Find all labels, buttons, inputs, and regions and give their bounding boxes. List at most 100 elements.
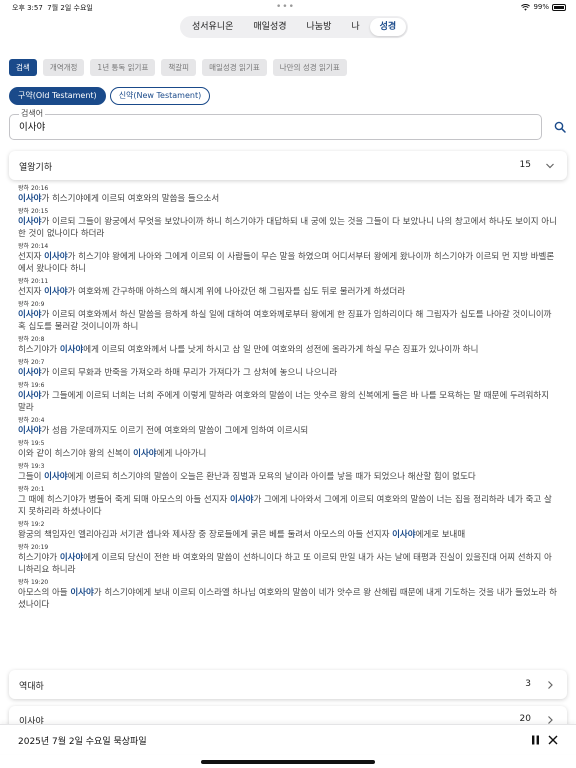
verse-text: 이사야가 이르되 무화과 반죽을 가져오라 하매 무리가 가져다가 그 상처에 … xyxy=(18,367,558,379)
search-highlight: 이사야 xyxy=(230,495,254,505)
search-highlight: 이사야 xyxy=(18,368,42,378)
verse-text-after: 가 성읍 가운데까지도 이르기 전에 여호와의 말씀이 그에게 임하여 이르시되 xyxy=(41,426,309,436)
verse-reference: 왕하 20:14 xyxy=(18,243,49,250)
book-name: 열왕기하 xyxy=(19,163,53,173)
result-item[interactable]: 왕하 19:6 이사야가 그들에게 이르되 너희는 너희 주에게 이렇게 말하라 … xyxy=(18,381,558,414)
result-item[interactable]: 왕하 19:3 그들이 이사야에게 이르되 히스기야의 말씀이 오늘은 환난과 징… xyxy=(18,462,558,483)
search-highlight: 이사야 xyxy=(18,194,42,204)
verse-text-before: 선지자 xyxy=(18,252,45,262)
verse-text: 이사야가 그들에게 이르되 너희는 너희 주에게 이렇게 말하라 여호와의 말씀… xyxy=(18,390,558,414)
verse-reference: 왕하 19:3 xyxy=(18,463,45,470)
search-field[interactable] xyxy=(9,114,542,140)
verse-reference: 왕하 20:9 xyxy=(18,301,45,308)
verse-reference: 왕하 20:1 xyxy=(18,486,45,493)
home-indicator[interactable] xyxy=(201,760,375,764)
verse-text-after: 에게로 보내매 xyxy=(415,530,466,540)
verse-text: 히스기야가 이사야에게 이르되 당신이 전한 바 여호와의 말씀이 선하니이다 … xyxy=(18,552,558,576)
result-item[interactable]: 왕하 20:7 이사야가 이르되 무화과 반죽을 가져오라 하매 무리가 가져다가… xyxy=(18,358,558,379)
result-item[interactable]: 왕하 20:9 이사야가 이르되 여호와께서 하신 말씀을 응하게 하실 일에 대… xyxy=(18,300,558,333)
audio-player: 2025년 7월 2일 수요일 묵상파일 xyxy=(0,724,576,754)
search-input[interactable] xyxy=(19,120,519,131)
verse-text-before: 이와 같이 히스기야 왕의 신복이 xyxy=(18,449,134,459)
verse-text-after: 가 히스기야 왕에게 나아와 그에게 이르되 이 사람들이 무슨 말을 하였으며… xyxy=(18,252,555,274)
nav-sharing-room[interactable]: 나눔방 xyxy=(297,18,342,36)
verse-text: 이사야가 이르되 여호와께서 하신 말씀을 응하게 하실 일에 대하여 여호와께… xyxy=(18,309,558,333)
close-icon[interactable] xyxy=(548,735,558,745)
pause-icon[interactable] xyxy=(531,735,540,745)
nav-scripture-union[interactable]: 성서유니온 xyxy=(182,18,243,36)
verse-reference: 왕하 20:7 xyxy=(18,359,45,366)
tab-search[interactable]: 검색 xyxy=(9,59,37,76)
tab-daily-plan[interactable]: 매일성경 읽기표 xyxy=(202,59,267,76)
search-icon[interactable] xyxy=(554,121,566,133)
result-item[interactable]: 왕하 19:5 이와 같이 히스기야 왕의 신복이 이사야에게 나아가니 xyxy=(18,439,558,460)
result-item[interactable]: 왕하 20:11 선지자 이사야가 여호와께 간구하매 아하스의 해시계 위에 나… xyxy=(18,277,558,298)
search-highlight: 이사야 xyxy=(18,217,42,227)
search-highlight: 이사야 xyxy=(59,553,84,563)
nav-me[interactable]: 나 xyxy=(341,18,369,36)
verse-text: 이와 같이 히스기야 왕의 신복이 이사야에게 나아가니 xyxy=(18,448,558,460)
player-title: 2025년 7월 2일 수요일 묵상파일 xyxy=(18,737,147,747)
verse-text-after: 가 이르되 그들이 왕궁에서 무엇을 보았나이까 하니 히스기야가 대답하되 내… xyxy=(18,217,557,239)
verse-text: 이사야가 성읍 가운데까지도 이르기 전에 여호와의 말씀이 그에게 임하여 이… xyxy=(18,425,558,437)
search-results: 왕하 20:16 이사야가 히스기야에게 이르되 여호와의 말씀을 들으소서 왕하 … xyxy=(18,184,558,613)
verse-text-after: 가 그들에게 이르되 너희는 너희 주에게 이렇게 말하라 여호와의 말씀이 너… xyxy=(18,391,550,413)
result-item[interactable]: 왕하 20:16 이사야가 히스기야에게 이르되 여호와의 말씀을 들으소서 xyxy=(18,184,558,205)
multitask-dots-icon[interactable]: ••• xyxy=(276,2,295,12)
search-highlight: 이사야 xyxy=(70,588,94,598)
result-item[interactable]: 왕하 20:15 이사야가 이르되 그들이 왕궁에서 무엇을 보았나이까 하니 히… xyxy=(18,207,558,240)
verse-reference: 왕하 19:5 xyxy=(18,440,45,447)
verse-text: 아모스의 아들 이사야가 히스기야에게 보내 이르되 이스라엘 하나님 여호와의… xyxy=(18,587,558,611)
verse-text-before: 그 때에 히스기야가 병들어 죽게 되매 아모스의 아들 선지자 xyxy=(18,495,230,505)
result-item[interactable]: 왕하 20:4 이사야가 성읍 가운데까지도 이르기 전에 여호와의 말씀이 그에… xyxy=(18,416,558,437)
verse-text: 왕궁의 책임자인 엘리아김과 서기관 셉나와 제사장 중 장로들에게 굵은 베를… xyxy=(18,529,558,541)
verse-text-before: 아모스의 아들 xyxy=(18,588,71,598)
result-item[interactable]: 왕하 20:1 그 때에 히스기야가 병들어 죽게 되매 아모스의 아들 선지자 … xyxy=(18,485,558,518)
search-highlight: 이사야 xyxy=(18,426,42,436)
search-label: 검색어 xyxy=(19,108,46,119)
new-testament-button[interactable]: 신약(New Testament) xyxy=(109,87,211,105)
feature-tabs: 검색 개역개정 1년 통독 읽기표 책갈피 매일성경 읽기표 나만의 성경 읽기… xyxy=(9,59,347,76)
verse-reference: 왕하 20:15 xyxy=(18,208,49,215)
verse-text-after: 가 여호와께 간구하매 아하스의 해시계 위에 나아갔던 해 그림자를 십도 뒤… xyxy=(67,287,406,297)
verse-text: 이사야가 히스기야에게 이르되 여호와의 말씀을 들으소서 xyxy=(18,193,558,205)
verse-text: 그들이 이사야에게 이르되 히스기야의 말씀이 오늘은 환난과 징벌과 모욕의 … xyxy=(18,471,558,483)
verse-text-before: 그들이 xyxy=(18,472,45,482)
book-section-2-chronicles[interactable]: 역대하 3 xyxy=(9,670,567,699)
result-item[interactable]: 왕하 20:19 히스기야가 이사야에게 이르되 당신이 전한 바 여호와의 말씀… xyxy=(18,543,558,576)
nav-daily-bible[interactable]: 매일성경 xyxy=(243,18,296,36)
chevron-right-icon xyxy=(548,681,553,689)
status-time-date: 오후 3:57 7월 2일 수요일 xyxy=(12,4,93,12)
verse-text-before: 히스기야가 xyxy=(18,345,60,355)
old-testament-button[interactable]: 구약(Old Testament) xyxy=(9,87,106,105)
verse-text-after: 가 히스기야에게 보내 이르되 이스라엘 하나님 여호와의 말씀이 네가 앗수르… xyxy=(18,588,557,610)
verse-text: 선지자 이사야가 여호와께 간구하매 아하스의 해시계 위에 나아갔던 해 그림… xyxy=(18,286,558,298)
verse-text-after: 가 이르되 무화과 반죽을 가져오라 하매 무리가 가져다가 그 상처에 놓으니… xyxy=(41,368,338,378)
verse-text: 그 때에 히스기야가 병들어 죽게 되매 아모스의 아들 선지자 이사야가 그에… xyxy=(18,494,558,518)
verse-text-after: 에게 이르되 여호와께서 나를 낫게 하시고 삼 일 만에 여호와의 성전에 올… xyxy=(83,345,479,355)
verse-text-before: 왕궁의 책임자인 엘리아김과 서기관 셉나와 제사장 중 장로들에게 굵은 베를… xyxy=(18,530,393,540)
result-item[interactable]: 왕하 20:14 선지자 이사야가 히스기야 왕에게 나아와 그에게 이르되 이 … xyxy=(18,242,558,275)
search-highlight: 이사야 xyxy=(392,530,416,540)
verse-reference: 왕하 19:20 xyxy=(18,579,49,586)
verse-text-after: 에게 이르되 히스기야의 말씀이 오늘은 환난과 징벌과 모욕의 날이라 아이를… xyxy=(67,472,476,482)
verse-reference: 왕하 20:16 xyxy=(18,185,49,192)
tab-bookmarks[interactable]: 책갈피 xyxy=(161,59,197,76)
verse-text-after: 에게 이르되 당신이 전한 바 여호와의 말씀이 선하니이다 하고 또 이르되 … xyxy=(18,553,552,575)
result-item[interactable]: 왕하 19:20 아모스의 아들 이사야가 히스기야에게 보내 이르되 이스라엘 … xyxy=(18,578,558,611)
verse-reference: 왕하 20:4 xyxy=(18,417,45,424)
chevron-down-icon xyxy=(546,163,554,169)
tab-revised-version[interactable]: 개역개정 xyxy=(42,59,85,76)
verse-reference: 왕하 20:8 xyxy=(18,336,45,343)
search-highlight: 이사야 xyxy=(44,287,68,297)
tab-my-plan[interactable]: 나만의 성경 읽기표 xyxy=(272,59,347,76)
verse-text-after: 가 히스기야에게 이르되 여호와의 말씀을 들으소서 xyxy=(41,194,220,204)
nav-bible[interactable]: 성경 xyxy=(369,18,407,36)
book-section-2-kings[interactable]: 열왕기하 15 xyxy=(9,151,567,180)
tab-one-year-plan[interactable]: 1년 통독 읽기표 xyxy=(90,59,156,76)
top-nav: 성서유니온 매일성경 나눔방 나 성경 xyxy=(180,16,409,38)
book-count: 3 xyxy=(525,679,531,689)
verse-reference: 왕하 20:11 xyxy=(18,278,49,285)
result-item[interactable]: 왕하 20:8 히스기야가 이사야에게 이르되 여호와께서 나를 낫게 하시고 삼… xyxy=(18,335,558,356)
result-item[interactable]: 왕하 19:2 왕궁의 책임자인 엘리아김과 서기관 셉나와 제사장 중 장로들에… xyxy=(18,520,558,541)
